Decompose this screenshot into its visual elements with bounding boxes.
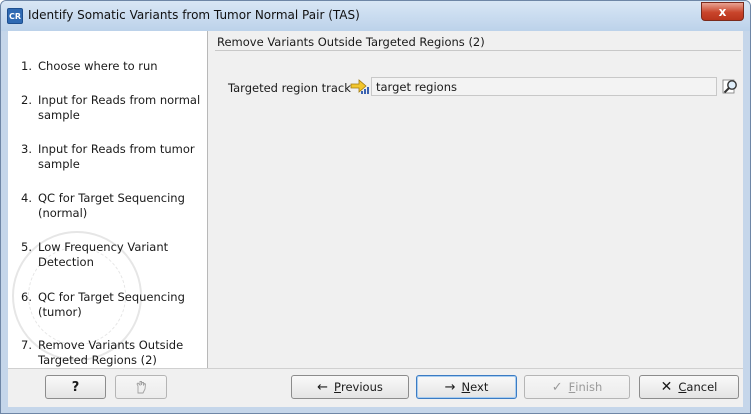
cancel-button[interactable]: ✕ Cancel (639, 375, 739, 399)
step-number: 6. (21, 290, 32, 304)
cancel-label: ancel (686, 380, 718, 394)
finish-button[interactable]: ✓ Finish (524, 375, 630, 399)
dialog-client: 1. Choose where to run 2. Input for Read… (8, 31, 743, 407)
arrow-left-icon: ← (317, 379, 329, 395)
step-item: 2. Input for Reads from normal sample (21, 93, 206, 123)
step-label: QC for Target Sequencing (normal) (38, 191, 185, 220)
title-bar[interactable]: CR Identify Somatic Variants from Tumor … (1, 1, 750, 31)
step-number: 7. (21, 338, 32, 352)
help-button[interactable]: ? (45, 375, 106, 399)
app-icon: CR (7, 8, 23, 24)
window-title: Identify Somatic Variants from Tumor Nor… (28, 8, 360, 22)
close-button[interactable]: x (701, 2, 744, 21)
step-number: 5. (21, 240, 32, 254)
targeted-region-track-field[interactable] (371, 77, 717, 96)
steps-panel: 1. Choose where to run 2. Input for Read… (8, 31, 208, 368)
help-icon: ? (71, 379, 80, 395)
cancel-mnemonic: C (678, 380, 687, 394)
step-number: 4. (21, 191, 32, 205)
next-label: ext (470, 380, 489, 394)
annotation-track-icon (350, 79, 369, 94)
previous-mnemonic: P (334, 380, 341, 394)
finish-label: inish (575, 380, 603, 394)
arrow-right-icon: → (444, 379, 456, 395)
plugin-button[interactable] (115, 375, 167, 399)
next-button[interactable]: → Next (416, 375, 517, 399)
step-number: 2. (21, 93, 32, 107)
step-item: 4. QC for Target Sequencing (normal) (21, 191, 206, 221)
step-item: 5. Low Frequency Variant Detection (21, 240, 206, 270)
checkmark-icon: ✓ (551, 379, 563, 395)
step-label: Choose where to run (38, 59, 158, 73)
step-number: 3. (21, 142, 32, 156)
step-label: Remove Variants Outside Targeted Regions… (38, 338, 184, 367)
x-icon: ✕ (660, 379, 673, 395)
step-label: Input for Reads from normal sample (38, 93, 201, 122)
main-panel: Remove Variants Outside Targeted Regions… (209, 31, 743, 368)
browse-icon[interactable] (722, 77, 740, 95)
targeted-region-track-label: Targeted region track (228, 81, 351, 95)
step-label: QC for Target Sequencing (tumor) (38, 290, 185, 319)
next-mnemonic: N (461, 380, 471, 394)
dialog-window: CR Identify Somatic Variants from Tumor … (0, 0, 751, 414)
section-title: Remove Variants Outside Targeted Regions… (217, 35, 485, 49)
step-item: 6. QC for Target Sequencing (tumor) (21, 290, 206, 320)
step-label: Low Frequency Variant Detection (38, 240, 169, 269)
finish-mnemonic: F (568, 380, 576, 394)
button-bar: ? ← Previous → Next ✓ Finish ✕ Cancel (8, 368, 743, 407)
step-label: Input for Reads from tumor sample (38, 142, 195, 171)
previous-button[interactable]: ← Previous (291, 375, 409, 399)
hand-icon (136, 381, 146, 394)
step-item: 1. Choose where to run (21, 59, 206, 74)
step-number: 1. (21, 59, 32, 73)
step-item-current: 7. Remove Variants Outside Targeted Regi… (21, 338, 206, 368)
step-item: 3. Input for Reads from tumor sample (21, 142, 206, 172)
section-divider (215, 50, 741, 51)
previous-label: revious (340, 380, 383, 394)
close-icon: x (718, 4, 727, 19)
